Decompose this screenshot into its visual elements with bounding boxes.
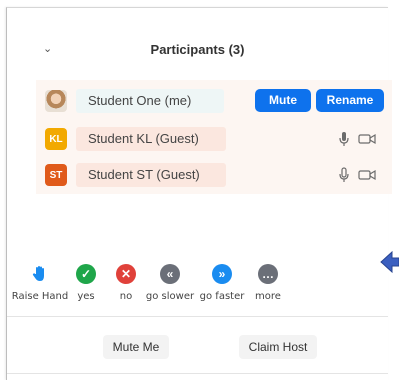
list-item[interactable]: KL Student KL (Guest): [36, 120, 392, 156]
participant-count: (3): [228, 42, 245, 57]
list-item[interactable]: Student One (me) Mute Rename: [36, 82, 392, 118]
mute-me-button[interactable]: Mute Me: [103, 335, 169, 359]
participant-name: Student ST (Guest): [76, 163, 226, 187]
rename-button[interactable]: Rename: [316, 89, 384, 112]
participant-list: Student One (me) Mute Rename KL Student …: [36, 80, 392, 194]
participant-name: Student One (me): [76, 89, 224, 113]
title-text: Participants: [150, 42, 225, 57]
video-camera-icon[interactable]: [358, 169, 376, 181]
panel-header: ⌄ Participants (3): [7, 8, 388, 72]
more-icon: …: [258, 264, 278, 284]
avatar: [45, 90, 67, 112]
fast-forward-icon: »: [212, 264, 232, 284]
more-button[interactable]: … more: [235, 264, 301, 302]
avatar: ST: [45, 164, 67, 186]
rewind-icon: «: [160, 264, 180, 284]
hand-icon: [32, 266, 44, 281]
video-camera-icon[interactable]: [358, 133, 376, 145]
participant-name: Student KL (Guest): [76, 127, 226, 151]
avatar: KL: [45, 128, 67, 150]
mute-button[interactable]: Mute: [255, 89, 311, 112]
participants-panel: ⌄ Participants (3) Student One (me) Mute…: [6, 7, 392, 380]
row-status-icons: [336, 131, 378, 147]
microphone-icon[interactable]: [338, 131, 350, 147]
divider: [7, 373, 388, 374]
pointer-arrow-icon: [380, 250, 399, 274]
reaction-label: more: [255, 291, 281, 302]
nonverbal-feedback-bar: Raise Hand ✓ yes ✕ no « go slower » go f…: [7, 260, 388, 317]
page-title: Participants (3): [7, 42, 388, 57]
row-status-icons: [336, 167, 378, 183]
claim-host-button[interactable]: Claim Host: [239, 335, 317, 359]
list-item[interactable]: ST Student ST (Guest): [36, 156, 392, 192]
x-icon: ✕: [116, 264, 136, 284]
microphone-icon[interactable]: [338, 167, 350, 183]
